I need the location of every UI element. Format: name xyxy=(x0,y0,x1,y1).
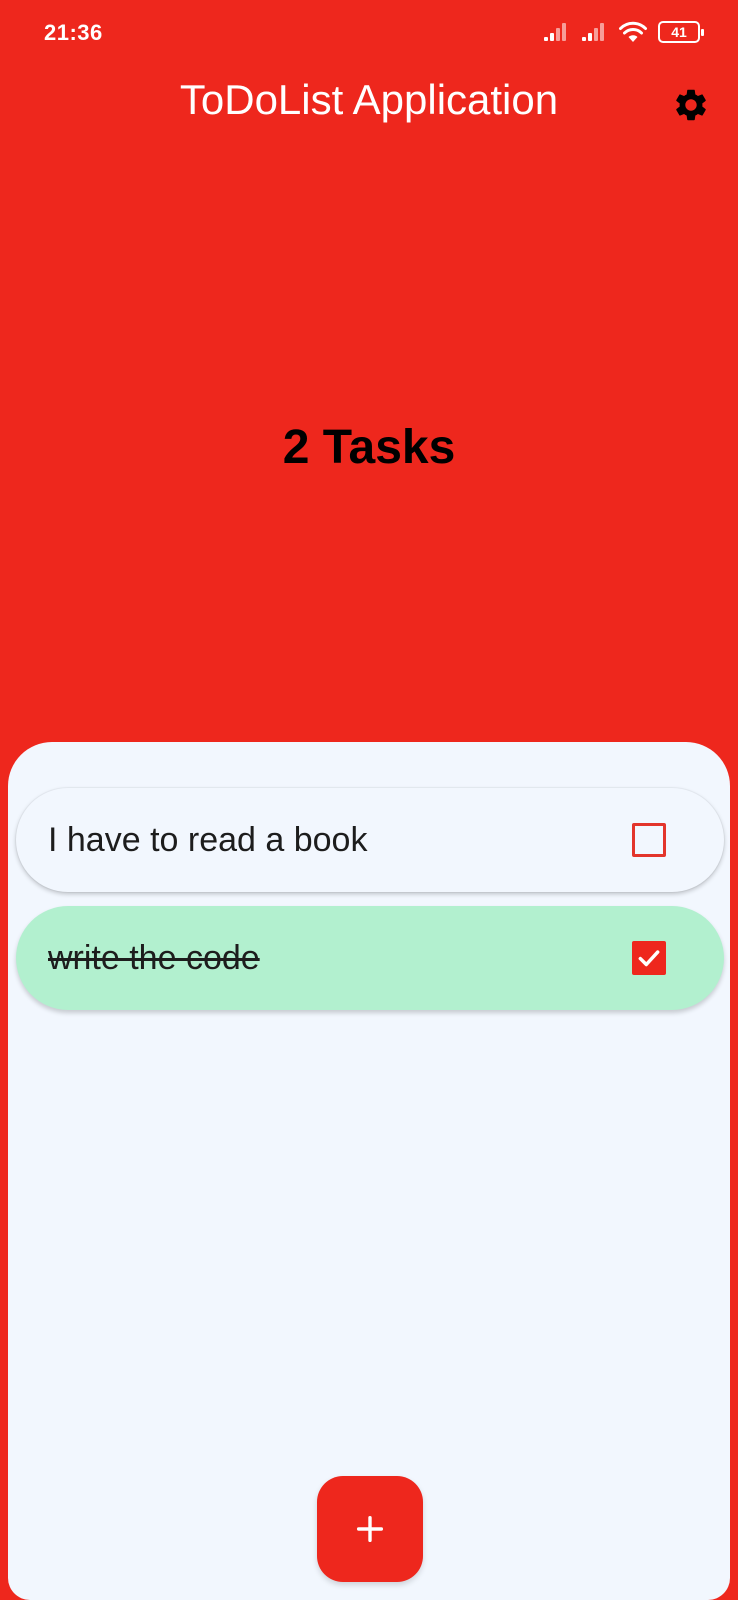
gear-icon xyxy=(676,89,706,121)
task-count: 2 Tasks xyxy=(282,421,456,474)
checkmark-icon xyxy=(638,950,660,967)
status-icons: 41 xyxy=(542,18,704,46)
status-time: 21:36 xyxy=(44,20,103,45)
task-item-done[interactable]: write the code xyxy=(16,906,724,1010)
task-text: I have to read a book xyxy=(48,820,368,859)
task-text: write the code xyxy=(48,938,260,977)
task-checkbox-checked[interactable] xyxy=(632,941,666,975)
wifi-icon xyxy=(618,20,648,44)
status-bar: 21:36 41 xyxy=(0,0,738,64)
app-title: ToDoList Application xyxy=(179,76,559,123)
task-item[interactable]: I have to read a book xyxy=(16,788,724,892)
task-list-sheet: I have to read a book write the code xyxy=(8,742,730,1600)
settings-button[interactable] xyxy=(670,84,712,126)
battery-level: 41 xyxy=(671,24,687,40)
signal-icon-2 xyxy=(580,21,608,43)
signal-icon xyxy=(542,21,570,43)
add-task-button[interactable] xyxy=(317,1476,423,1582)
plus-icon xyxy=(356,1515,384,1543)
battery-icon: 41 xyxy=(658,21,704,43)
task-checkbox[interactable] xyxy=(632,823,666,857)
